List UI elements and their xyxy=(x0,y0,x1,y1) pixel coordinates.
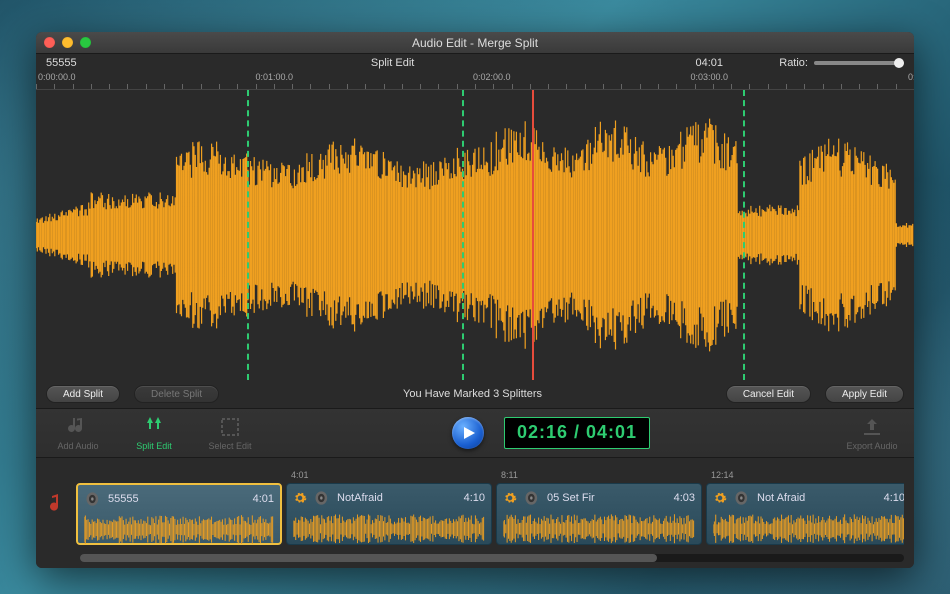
cancel-edit-button[interactable]: Cancel Edit xyxy=(726,385,811,403)
export-audio-button[interactable]: Export Audio xyxy=(844,415,900,451)
split-icon xyxy=(142,415,166,439)
ruler-label: 0:02:00.0 xyxy=(473,72,511,82)
waveform-display xyxy=(36,90,914,380)
audio-clip[interactable]: 8:1105 Set Fir4:03 xyxy=(496,483,702,545)
app-window: Audio Edit - Merge Split 55555 Split Edi… xyxy=(36,32,914,568)
ruler-label: 0:00:00.0 xyxy=(38,72,76,82)
clip-row: 55555 4:01 4:01 NotAfraid 4:10 8:11 05 Set Fir… xyxy=(36,458,914,568)
window-title: Audio Edit - Merge Split xyxy=(36,36,914,50)
clip-name: 05 Set Fir xyxy=(547,492,670,504)
scrollbar-thumb[interactable] xyxy=(80,554,657,562)
clip-start-time: 12:14 xyxy=(711,470,734,480)
ratio-slider-thumb[interactable] xyxy=(894,58,904,68)
ruler-label: 0:01:00.0 xyxy=(256,72,294,82)
titlebar: Audio Edit - Merge Split xyxy=(36,32,914,54)
clip-waveform xyxy=(713,510,904,545)
ruler-label: 0:03:00.0 xyxy=(691,72,729,82)
clip-start-time: 4:01 xyxy=(291,470,309,480)
audio-clip[interactable]: 55555 4:01 xyxy=(76,483,282,545)
clip-list[interactable]: 55555 4:01 4:01 NotAfraid 4:10 8:11 05 Set Fir… xyxy=(76,469,904,545)
clip-waveform xyxy=(293,510,485,545)
total-duration: 04:01 xyxy=(639,57,779,69)
speaker-icon xyxy=(313,488,333,508)
traffic-lights xyxy=(44,37,91,48)
playhead[interactable] xyxy=(532,90,534,380)
play-button[interactable] xyxy=(452,417,484,449)
time-display: 02:16 / 04:01 xyxy=(504,417,650,449)
track-name: 55555 xyxy=(46,57,146,69)
apply-edit-button[interactable]: Apply Edit xyxy=(825,385,904,403)
zoom-button[interactable] xyxy=(80,37,91,48)
gear-icon[interactable] xyxy=(503,491,517,505)
add-audio-button[interactable]: Add Audio xyxy=(50,415,106,451)
clip-waveform xyxy=(503,510,695,545)
clip-name: NotAfraid xyxy=(337,492,460,504)
music-note-plus-icon xyxy=(66,415,90,439)
music-note-icon xyxy=(46,492,70,522)
info-row: 55555 Split Edit 04:01 Ratio: xyxy=(36,54,914,72)
gear-icon[interactable] xyxy=(713,491,727,505)
waveform-area[interactable] xyxy=(36,90,914,380)
clip-name: 55555 xyxy=(108,493,249,505)
clip-duration: 4:01 xyxy=(253,493,274,505)
ratio-label: Ratio: xyxy=(779,57,808,69)
play-icon xyxy=(462,426,476,440)
audio-clip[interactable]: 4:01NotAfraid4:10 xyxy=(286,483,492,545)
splitter-status: You Have Marked 3 Splitters xyxy=(233,388,712,400)
speaker-icon xyxy=(84,489,104,509)
speaker-icon xyxy=(733,488,753,508)
clip-waveform xyxy=(84,511,274,545)
speaker-icon xyxy=(523,488,543,508)
selection-icon xyxy=(218,415,242,439)
clip-duration: 4:10 xyxy=(464,492,485,504)
splitter-marker[interactable] xyxy=(743,90,745,380)
add-split-button[interactable]: Add Split xyxy=(46,385,120,403)
ratio-slider[interactable] xyxy=(814,61,904,65)
delete-split-button[interactable]: Delete Split xyxy=(134,385,219,403)
gear-icon[interactable] xyxy=(293,491,307,505)
time-ruler[interactable]: 0:00:00.0 0:01:00.0 0:02:00.0 0:03:00.0 0:04… xyxy=(36,72,914,90)
export-icon xyxy=(860,415,884,439)
clip-start-time: 8:11 xyxy=(501,470,518,480)
split-controls-row: Add Split Delete Split You Have Marked 3… xyxy=(36,380,914,408)
main-toolbar: Add Audio Split Edit Select Edit 02:16 /… xyxy=(36,408,914,458)
split-edit-button[interactable]: Split Edit xyxy=(126,415,182,451)
minimize-button[interactable] xyxy=(62,37,73,48)
splitter-marker[interactable] xyxy=(462,90,464,380)
clip-scrollbar[interactable] xyxy=(80,554,904,562)
clip-duration: 4:03 xyxy=(674,492,695,504)
ruler-label: 0:04:0 xyxy=(908,72,914,82)
close-button[interactable] xyxy=(44,37,55,48)
clip-name: Not Afraid xyxy=(757,492,880,504)
select-edit-button[interactable]: Select Edit xyxy=(202,415,258,451)
splitter-marker[interactable] xyxy=(247,90,249,380)
clip-duration: 4:10 xyxy=(884,492,904,504)
edit-mode-label: Split Edit xyxy=(146,57,639,69)
audio-clip[interactable]: 12:14Not Afraid4:10 xyxy=(706,483,904,545)
